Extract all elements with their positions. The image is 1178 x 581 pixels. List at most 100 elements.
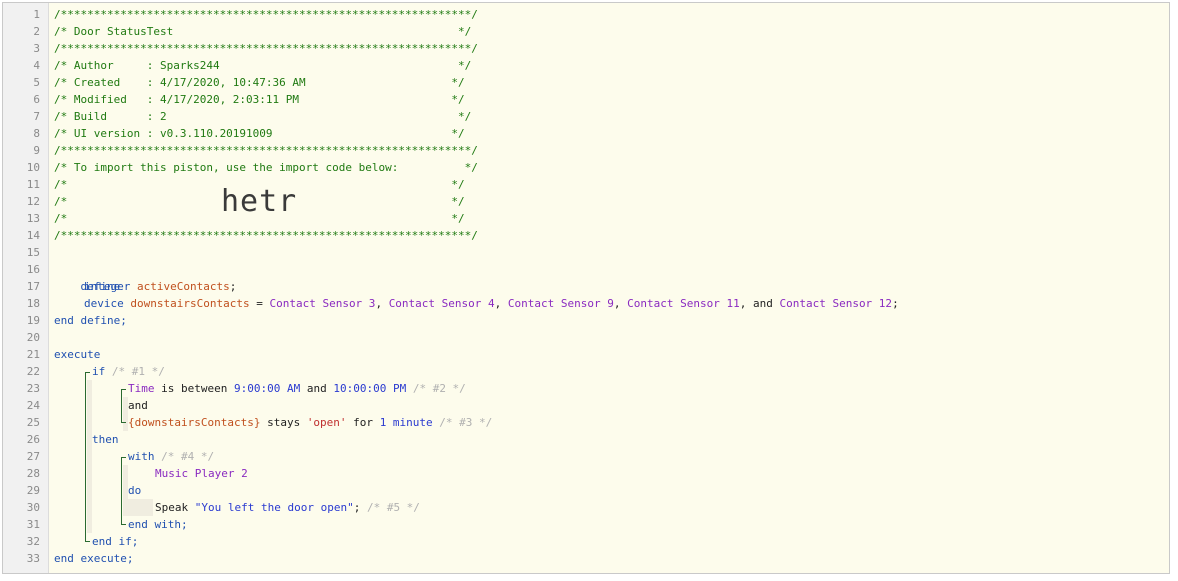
device-type: device (84, 297, 124, 310)
integer-type: integer (84, 280, 131, 293)
semicolon: ; (892, 297, 899, 310)
header-border: /***************************************… (54, 144, 478, 157)
device-contact-sensor-9: Contact Sensor 9 (507, 297, 614, 310)
condition-time[interactable]: Time is between 9:00:00 AM and 10:00:00 … (128, 380, 466, 397)
comment-4: /* #4 */ (154, 450, 215, 463)
variable-downstairs-contacts[interactable]: device downstairsContacts = Contact Sens… (84, 295, 899, 312)
comment-2: /* #2 */ (406, 382, 466, 395)
time-keyword: Time (128, 382, 155, 395)
if-bracket (85, 372, 86, 541)
speak-text: Speak (155, 501, 195, 514)
comment-5: /* #5 */ (360, 501, 420, 514)
line-number: 17 (26, 280, 40, 293)
line-number: 21 (26, 348, 40, 361)
is-between-text: is between (154, 382, 234, 395)
comma: , (494, 297, 508, 310)
equals-sign: = (249, 297, 270, 310)
line-number: 32 (26, 535, 40, 548)
do-keyword[interactable]: do (128, 482, 141, 499)
speak-message: "You left the door open" (194, 501, 354, 514)
line-number: 14 (26, 229, 40, 242)
if-bracket-bottom (85, 541, 90, 542)
line-number: 10 (26, 161, 40, 174)
time-end: 10:00:00 PM (333, 382, 407, 395)
then-keyword[interactable]: then (92, 431, 119, 448)
line-number: 13 (26, 212, 40, 225)
for-text: for (346, 416, 380, 429)
comment-3: /* #3 */ (432, 416, 493, 429)
header-build: /* Build : 2 */ (54, 110, 472, 123)
line-number: 4 (33, 59, 40, 72)
line-number: 3 (33, 42, 40, 55)
line-number: 16 (26, 263, 40, 276)
end-with[interactable]: end with; (128, 516, 188, 533)
with-keyword: with (128, 450, 155, 463)
line-number: 25 (26, 416, 40, 429)
line-number-gutter: 1 2 3 4 5 6 7 8 9 10 11 12 13 14 15 16 17 18 19 20 21 22 23 24 2… (3, 3, 49, 573)
header-ui-version: /* UI version : v0.3.110.20191009 */ (54, 127, 465, 140)
line-number: 19 (26, 314, 40, 327)
line-number: 1 (33, 8, 40, 21)
device-contact-sensor-4: Contact Sensor 4 (388, 297, 495, 310)
if-block-shade (87, 380, 92, 533)
with-statement[interactable]: with /* #4 */ (128, 448, 214, 465)
line-number: 11 (26, 178, 40, 191)
device-music-player[interactable]: Music Player 2 (155, 465, 248, 482)
downstairs-contacts-var: downstairsContacts (130, 297, 250, 310)
condition-bracket-bottom (121, 422, 126, 423)
and-separator: , and (739, 297, 780, 310)
import-code[interactable]: hetr (221, 185, 297, 219)
if-keyword: if (92, 365, 106, 378)
line-number: 27 (26, 450, 40, 463)
line-number: 12 (26, 195, 40, 208)
condition-bracket (121, 389, 122, 422)
line-number: 8 (33, 127, 40, 140)
end-define[interactable]: end define; (54, 312, 127, 329)
code-editor[interactable]: 1 2 3 4 5 6 7 8 9 10 11 12 13 14 15 16 17 18 19 20 21 22 23 24 2… (2, 2, 1170, 574)
contacts-reference: {downstairsContacts} (128, 416, 261, 429)
header-border: /***************************************… (54, 229, 478, 242)
active-contacts-var: activeContacts (136, 280, 230, 293)
line-number: 22 (26, 365, 40, 378)
header-created: /* Created : 4/17/2020, 10:47:36 AM */ (54, 76, 465, 89)
line-number: 15 (26, 246, 40, 259)
line-number: 29 (26, 484, 40, 497)
do-block-shade (128, 499, 153, 516)
end-execute[interactable]: end execute; (54, 550, 133, 567)
and-text: and (300, 382, 334, 395)
speak-command[interactable]: Speak "You left the door open"; /* #5 */ (155, 499, 420, 516)
line-number: 33 (26, 552, 40, 565)
stays-text: stays (260, 416, 307, 429)
header-modified: /* Modified : 4/17/2020, 2:03:11 PM */ (54, 93, 465, 106)
header-import-note: /* To import this piston, use the import… (54, 161, 478, 174)
if-bracket-top (85, 372, 90, 373)
duration-value: 1 minute (379, 416, 433, 429)
condition-contacts-open[interactable]: {downstairsContacts} stays 'open' for 1 … (128, 414, 492, 431)
open-string: 'open' (306, 416, 347, 429)
line-number: 9 (33, 144, 40, 157)
line-number: 6 (33, 93, 40, 106)
variable-active-contacts[interactable]: integer activeContacts; (84, 278, 236, 295)
if-statement[interactable]: if /* #1 */ (92, 363, 165, 380)
execute-keyword[interactable]: execute (54, 346, 100, 363)
line-number: 23 (26, 382, 40, 395)
define-line[interactable]: define (54, 261, 121, 293)
and-operator[interactable]: and (128, 397, 148, 414)
line-number: 24 (26, 399, 40, 412)
comma: , (613, 297, 628, 310)
line-number: 5 (33, 76, 40, 89)
line-number: 2 (33, 25, 40, 38)
end-if[interactable]: end if; (92, 533, 138, 550)
device-contact-sensor-11: Contact Sensor 11 (627, 297, 740, 310)
line-number: 30 (26, 501, 40, 514)
with-bracket-bottom (121, 524, 126, 525)
device-contact-sensor-3: Contact Sensor 3 (269, 297, 376, 310)
time-start: 9:00:00 AM (233, 382, 301, 395)
comma: , (375, 297, 389, 310)
line-number: 20 (26, 331, 40, 344)
line-number: 28 (26, 467, 40, 480)
line-number: 31 (26, 518, 40, 531)
condition-bracket-top (121, 389, 126, 390)
semicolon: ; (229, 280, 237, 293)
header-border: /***************************************… (54, 8, 478, 21)
